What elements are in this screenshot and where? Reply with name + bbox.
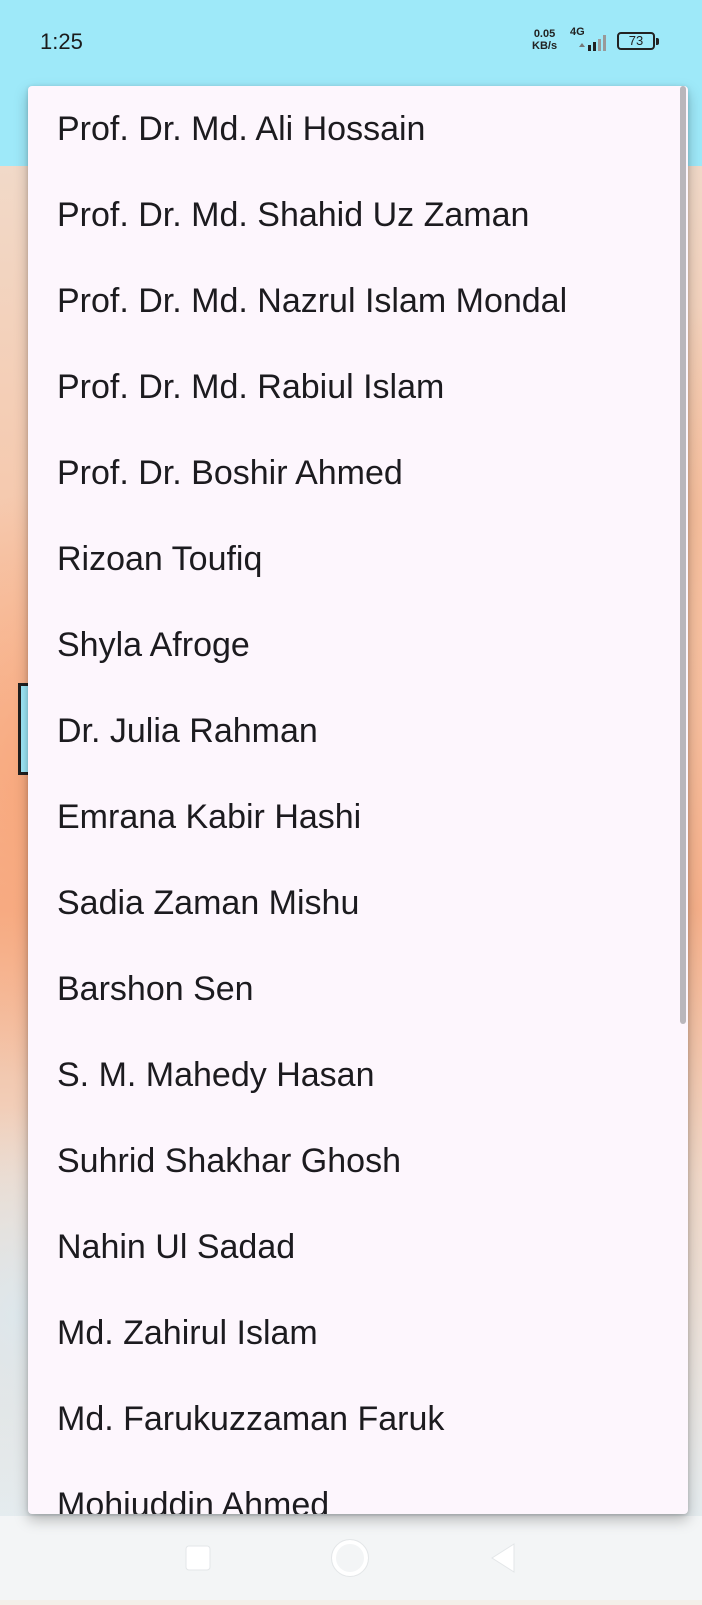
triangle-back-icon [491, 1543, 515, 1573]
dropdown-item[interactable]: Shyla Afroge [28, 602, 668, 688]
dropdown-item[interactable]: Prof. Dr. Md. Shahid Uz Zaman [28, 172, 668, 258]
dropdown-item[interactable]: Prof. Dr. Boshir Ahmed [28, 430, 668, 516]
square-icon [185, 1545, 211, 1571]
dropdown-item[interactable]: Dr. Julia Rahman [28, 688, 668, 774]
network-speed-unit: KB/s [532, 40, 558, 52]
system-nav-bar [0, 1516, 702, 1600]
back-button[interactable] [462, 1516, 542, 1600]
dropdown-item[interactable]: Md. Farukuzzaman Faruk [28, 1376, 668, 1462]
dropdown-item[interactable]: Emrana Kabir Hashi [28, 774, 668, 860]
scrollbar[interactable] [680, 86, 686, 1024]
dropdown-item[interactable]: Prof. Dr. Md. Rabiul Islam [28, 344, 668, 430]
dropdown-item[interactable]: Rizoan Toufiq [28, 516, 668, 602]
network-speed-value: 0.05 [533, 28, 556, 40]
signal-icon [579, 35, 606, 51]
dropdown-item[interactable]: Barshon Sen [28, 946, 668, 1032]
dropdown-item[interactable]: Suhrid Shakhar Ghosh [28, 1118, 668, 1204]
status-bar: 1:25 0.05 KB/s 4G 73 [0, 0, 702, 84]
dropdown-item[interactable]: Nahin Ul Sadad [28, 1204, 668, 1290]
circle-icon [331, 1539, 369, 1577]
dropdown-item[interactable]: Prof. Dr. Md. Ali Hossain [28, 86, 668, 172]
dropdown-item[interactable]: S. M. Mahedy Hasan [28, 1032, 668, 1118]
dropdown-item[interactable]: Prof. Dr. Md. Nazrul Islam Mondal [28, 258, 668, 344]
home-button[interactable] [310, 1516, 390, 1600]
teacher-dropdown-menu[interactable]: Prof. Dr. Md. Ali Hossain Prof. Dr. Md. … [28, 86, 688, 1514]
dropdown-item[interactable]: Md. Zahirul Islam [28, 1290, 668, 1376]
dropdown-item[interactable]: Mohiuddin Ahmed [28, 1462, 668, 1514]
dropdown-item[interactable]: Sadia Zaman Mishu [28, 860, 668, 946]
recents-button[interactable] [158, 1516, 238, 1600]
status-time: 1:25 [40, 29, 83, 54]
network-speed: 0.05 KB/s [532, 28, 557, 52]
battery-icon: 73 [617, 32, 659, 50]
